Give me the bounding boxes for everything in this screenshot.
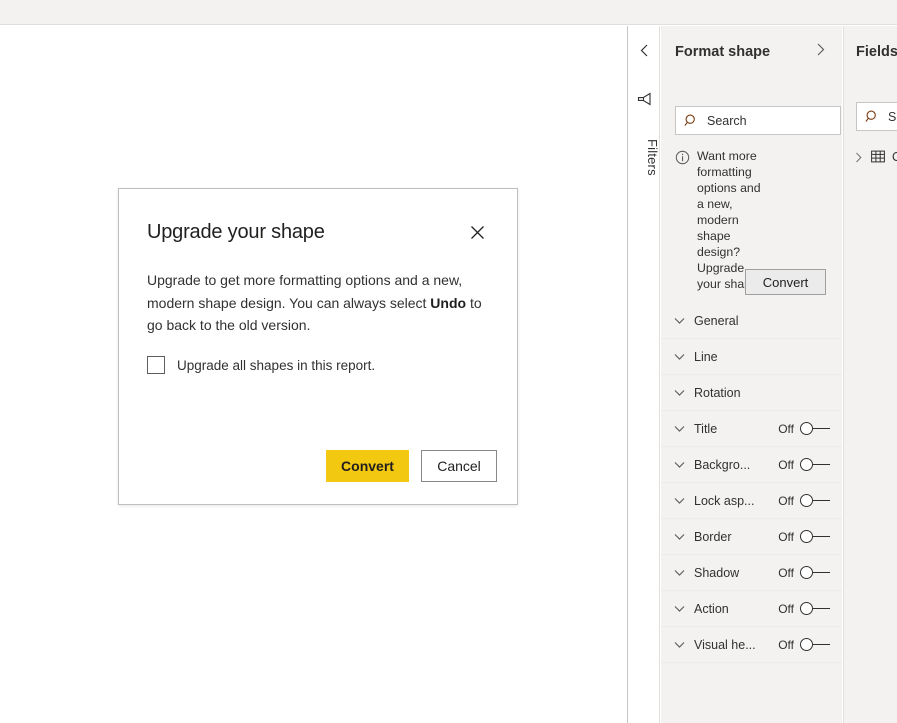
chevron-down-icon xyxy=(673,314,686,327)
format-option-row[interactable]: Backgro...Off xyxy=(661,447,842,483)
format-option-toggle[interactable]: Off xyxy=(778,638,830,652)
format-options-list: GeneralLineRotationTitleOffBackgro...Off… xyxy=(661,303,842,723)
format-options-filler xyxy=(661,663,842,723)
fields-search-input[interactable]: Sea xyxy=(856,102,897,131)
fields-pane-title: Fields xyxy=(856,26,897,78)
toggle-state-label: Off xyxy=(778,458,794,472)
expand-pane-button[interactable] xyxy=(812,44,828,60)
format-search-text: Search xyxy=(707,114,747,128)
format-shape-pane: Format shape Search xyxy=(661,26,842,723)
chevron-down-icon xyxy=(673,566,686,579)
format-option-toggle[interactable]: Off xyxy=(778,566,830,580)
dialog-cancel-button[interactable]: Cancel xyxy=(421,450,497,482)
dialog-title: Upgrade your shape xyxy=(147,221,463,244)
format-option-row[interactable]: TitleOff xyxy=(661,411,842,447)
format-option-row[interactable]: BorderOff xyxy=(661,519,842,555)
top-ribbon-strip xyxy=(0,0,897,25)
fields-tree: Or xyxy=(844,144,897,170)
search-icon xyxy=(684,113,699,128)
filters-pane-label[interactable]: Filters xyxy=(628,122,660,192)
info-circle-icon xyxy=(675,150,690,165)
format-option-toggle[interactable]: Off xyxy=(778,494,830,508)
search-icon xyxy=(865,109,880,124)
toggle-state-label: Off xyxy=(778,638,794,652)
upgrade-all-shapes-label: Upgrade all shapes in this report. xyxy=(177,358,375,373)
format-option-label: Visual he... xyxy=(694,638,778,652)
toggle-switch-off-icon[interactable] xyxy=(800,602,830,616)
toggle-state-label: Off xyxy=(778,530,794,544)
fields-pane: Fields Sea Or xyxy=(843,26,897,723)
chevron-down-icon xyxy=(673,386,686,399)
format-option-label: Lock asp... xyxy=(694,494,778,508)
fields-tree-item-label: Or xyxy=(892,150,897,164)
format-option-toggle[interactable]: Off xyxy=(778,530,830,544)
format-option-label: General xyxy=(694,314,830,328)
format-option-row[interactable]: Rotation xyxy=(661,375,842,411)
format-option-label: Border xyxy=(694,530,778,544)
format-option-label: Action xyxy=(694,602,778,616)
chevron-down-icon xyxy=(673,458,686,471)
format-option-row[interactable]: Visual he...Off xyxy=(661,627,842,663)
chevron-down-icon xyxy=(673,638,686,651)
power-bi-report-view: Filters Format shape Search xyxy=(0,0,897,723)
chevron-down-icon xyxy=(673,602,686,615)
dialog-close-button[interactable] xyxy=(463,218,491,246)
close-icon xyxy=(470,225,485,240)
format-option-row[interactable]: Lock asp...Off xyxy=(661,483,842,519)
format-option-label: Line xyxy=(694,350,830,364)
toggle-switch-off-icon[interactable] xyxy=(800,638,830,652)
toggle-state-label: Off xyxy=(778,602,794,616)
upgrade-all-shapes-checkbox-row[interactable]: Upgrade all shapes in this report. xyxy=(147,356,375,374)
dialog-actions: Convert Cancel xyxy=(326,450,497,482)
dialog-header: Upgrade your shape xyxy=(147,217,491,247)
format-option-toggle[interactable]: Off xyxy=(778,422,830,436)
format-option-label: Shadow xyxy=(694,566,778,580)
toggle-state-label: Off xyxy=(778,566,794,580)
filters-rail[interactable]: Filters xyxy=(628,26,660,723)
toggle-switch-off-icon[interactable] xyxy=(800,494,830,508)
filter-funnel-icon[interactable] xyxy=(628,88,660,110)
fields-search-text: Sea xyxy=(888,110,897,124)
table-icon xyxy=(871,150,886,165)
format-search-input[interactable]: Search xyxy=(675,106,841,135)
format-option-row[interactable]: General xyxy=(661,303,842,339)
format-option-row[interactable]: ActionOff xyxy=(661,591,842,627)
chevron-right-icon xyxy=(815,43,826,61)
upgrade-shape-dialog: Upgrade your shape Upgrade to get more f… xyxy=(118,188,518,505)
chevron-down-icon xyxy=(673,494,686,507)
format-option-row[interactable]: Line xyxy=(661,339,842,375)
chevron-left-icon xyxy=(639,44,650,57)
format-option-toggle[interactable]: Off xyxy=(778,458,830,472)
dialog-body-before: Upgrade to get more formatting options a… xyxy=(147,272,462,311)
chevron-down-icon xyxy=(673,422,686,435)
format-pane-title: Format shape xyxy=(675,44,812,60)
pane-convert-button[interactable]: Convert xyxy=(745,269,826,295)
toggle-switch-off-icon[interactable] xyxy=(800,530,830,544)
chevron-down-icon xyxy=(673,350,686,363)
chevron-right-icon[interactable] xyxy=(854,152,865,163)
fields-tree-item[interactable]: Or xyxy=(844,144,897,170)
upgrade-all-shapes-checkbox[interactable] xyxy=(147,356,165,374)
chevron-down-icon xyxy=(673,530,686,543)
format-option-label: Rotation xyxy=(694,386,830,400)
dialog-convert-button[interactable]: Convert xyxy=(326,450,409,482)
format-option-label: Backgro... xyxy=(694,458,778,472)
toggle-switch-off-icon[interactable] xyxy=(800,422,830,436)
format-option-label: Title xyxy=(694,422,778,436)
dialog-body-strong: Undo xyxy=(430,295,466,311)
format-option-toggle[interactable]: Off xyxy=(778,602,830,616)
dialog-body-text: Upgrade to get more formatting options a… xyxy=(147,269,495,337)
toggle-state-label: Off xyxy=(778,422,794,436)
toggle-switch-off-icon[interactable] xyxy=(800,566,830,580)
collapse-pane-button[interactable] xyxy=(628,38,660,62)
toggle-state-label: Off xyxy=(778,494,794,508)
pane-convert-row: Convert xyxy=(661,269,842,299)
toggle-switch-off-icon[interactable] xyxy=(800,458,830,472)
format-pane-header: Format shape xyxy=(661,26,842,78)
format-option-row[interactable]: ShadowOff xyxy=(661,555,842,591)
